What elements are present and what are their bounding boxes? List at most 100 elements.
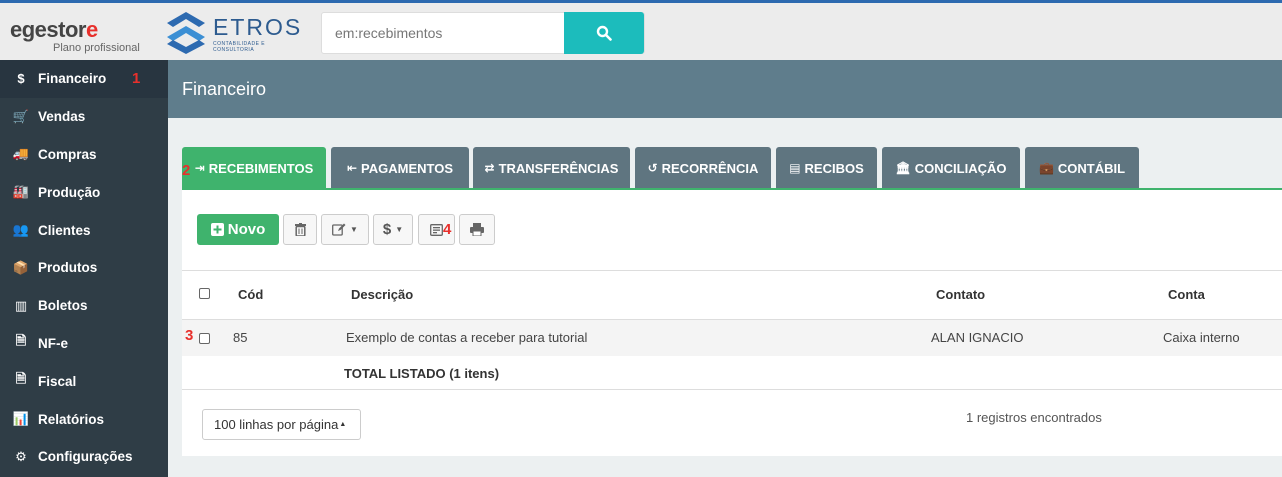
partner-logo-mark-icon <box>167 12 205 54</box>
search-box <box>321 12 645 54</box>
delete-button[interactable] <box>283 214 317 245</box>
sidebar-item-label: Produção <box>38 184 101 200</box>
table-header: Cód Descrição Contato Conta <box>182 270 1282 320</box>
sidebar-item-label: Compras <box>38 146 97 162</box>
factory-icon: 🏭 <box>12 184 30 200</box>
caret-down-icon: ▼ <box>395 225 404 234</box>
column-header-description[interactable]: Descrição <box>351 287 413 302</box>
dollar-icon: $ <box>382 221 392 238</box>
new-button-label: Novo <box>227 221 266 238</box>
sidebar-item-boletos[interactable]: ▥ Boletos <box>0 287 168 325</box>
tab-label: PAGAMENTOS <box>361 160 454 176</box>
table-total-row: TOTAL LISTADO (1 itens) <box>182 356 1282 390</box>
exchange-icon: ⇄ <box>484 161 495 175</box>
column-header-code[interactable]: Cód <box>238 287 263 302</box>
row-code: 85 <box>233 330 248 345</box>
records-found: 1 registros encontrados <box>966 410 1102 425</box>
receivables-panel: Novo ▼ $ ▼ Cód Descrição Contato Conta 8… <box>182 188 1282 456</box>
tab-pagamentos[interactable]: ⇤ PAGAMENTOS <box>331 147 469 189</box>
document-icon: 🗎 <box>15 371 27 387</box>
total-listed: TOTAL LISTADO (1 itens) <box>344 366 500 381</box>
tab-conciliacao[interactable]: 🏛 CONCILIAÇÃO <box>882 147 1020 189</box>
column-header-account[interactable]: Conta <box>1168 287 1205 302</box>
caret-down-icon: ▼ <box>350 225 358 234</box>
sidebar-item-label: NF-e <box>38 335 68 351</box>
tab-label: RECORRÊNCIA <box>661 160 759 176</box>
partner-logo: ETROS CONTABILIDADE E CONSULTORIA <box>165 8 305 56</box>
sidebar-item-configuracoes[interactable]: ⚙ Configurações <box>0 438 168 476</box>
sidebar-item-label: Relatórios <box>38 411 105 427</box>
briefcase-icon: 💼 <box>1038 161 1054 175</box>
sidebar-item-clientes[interactable]: 👥 Clientes <box>0 211 168 249</box>
sidebar-item-label: Produtos <box>38 260 98 276</box>
printer-icon <box>470 223 484 236</box>
annotation-marker-4: 4 <box>443 221 452 238</box>
sidebar-item-vendas[interactable]: 🛒 Vendas <box>0 98 168 136</box>
trash-icon <box>294 223 306 236</box>
tab-contabil[interactable]: 💼 CONTÁBIL <box>1025 147 1139 189</box>
annotation-marker-1: 1 <box>132 70 141 88</box>
row-contact: ALAN IGNACIO <box>931 330 1024 345</box>
search-button[interactable] <box>564 12 644 54</box>
top-bar: egestore Plano profissional ETROS CONTAB… <box>0 0 1282 60</box>
sidebar-item-label: Financeiro <box>38 71 107 87</box>
sidebar: $ Financeiro 1 🛒 Vendas 🚚 Compras 🏭 Prod… <box>0 60 168 477</box>
plus-square-icon <box>210 223 224 236</box>
partner-name: ETROS <box>213 14 303 40</box>
rows-per-page-select[interactable]: 100 linhas por página ▲ <box>202 409 361 440</box>
sidebar-item-label: Boletos <box>38 298 88 314</box>
egestor-plan-label: Plano profissional <box>53 42 140 54</box>
bank-icon: 🏛 <box>895 161 911 175</box>
cart-icon: 🛒 <box>12 108 30 124</box>
sidebar-item-nfe[interactable]: 🗎 NF-e <box>0 325 168 363</box>
tab-recorrencia[interactable]: ↺ RECORRÊNCIA <box>635 147 771 189</box>
search-input[interactable] <box>322 13 566 53</box>
partner-tagline: CONTABILIDADE E CONSULTORIA <box>213 41 266 53</box>
sidebar-item-producao[interactable]: 🏭 Produção <box>0 173 168 211</box>
table-row[interactable]: 85 Exemplo de contas a receber para tuto… <box>182 320 1282 356</box>
sidebar-item-label: Vendas <box>38 109 86 125</box>
print-button[interactable] <box>459 214 495 245</box>
page-title: Financeiro <box>182 79 267 99</box>
search-icon <box>596 25 612 41</box>
edit-icon <box>332 223 346 236</box>
sidebar-item-compras[interactable]: 🚚 Compras <box>0 136 168 174</box>
sidebar-item-relatorios[interactable]: 📊 Relatórios <box>0 400 168 438</box>
row-checkbox[interactable] <box>199 333 210 344</box>
annotation-marker-3: 3 <box>185 327 194 344</box>
sidebar-item-label: Configurações <box>38 449 133 465</box>
tab-recebimentos[interactable]: ⇥ RECEBIMENTOS <box>182 147 326 189</box>
row-account: Caixa interno <box>1163 330 1240 345</box>
rows-per-page-label: 100 linhas por página <box>214 417 339 432</box>
new-button[interactable]: Novo <box>197 214 279 245</box>
sidebar-item-produtos[interactable]: 📦 Produtos <box>0 249 168 287</box>
refresh-icon: ↺ <box>647 161 658 175</box>
edit-dropdown-button[interactable]: ▼ <box>321 214 369 245</box>
cubes-icon: 📦 <box>12 259 30 275</box>
egestor-logo-word: egestore <box>10 17 98 42</box>
page-header: Financeiro <box>168 60 1282 118</box>
sign-out-icon: ⇤ <box>346 161 358 175</box>
column-header-contact[interactable]: Contato <box>936 287 985 302</box>
sidebar-item-fiscal[interactable]: 🗎 Fiscal <box>0 362 168 400</box>
barcode-icon: ▥ <box>14 297 28 313</box>
egestor-logo[interactable]: egestore Plano profissional <box>10 15 145 57</box>
truck-icon: 🚚 <box>12 146 30 162</box>
invoice-icon: 🗎 <box>15 333 27 349</box>
tab-recibos[interactable]: ▤ RECIBOS <box>776 147 877 189</box>
sidebar-item-label: Fiscal <box>38 373 77 389</box>
receipt-icon: ▤ <box>789 161 801 175</box>
tab-transferencias[interactable]: ⇄ TRANSFERÊNCIAS <box>473 147 630 189</box>
gear-icon: ⚙ <box>15 448 27 464</box>
users-icon: 👥 <box>12 222 30 238</box>
tab-label: CONCILIAÇÃO <box>914 160 1007 176</box>
sidebar-item-financeiro[interactable]: $ Financeiro 1 <box>0 60 168 98</box>
tab-label: RECIBOS <box>804 160 864 176</box>
money-dropdown-button[interactable]: $ ▼ <box>373 214 413 245</box>
bar-chart-icon: 📊 <box>12 411 30 427</box>
sidebar-item-label: Clientes <box>38 222 91 238</box>
select-all-checkbox[interactable] <box>199 288 210 299</box>
tab-label: RECEBIMENTOS <box>208 160 314 176</box>
annotation-marker-2: 2 <box>182 162 191 179</box>
caret-up-icon: ▲ <box>339 421 347 428</box>
